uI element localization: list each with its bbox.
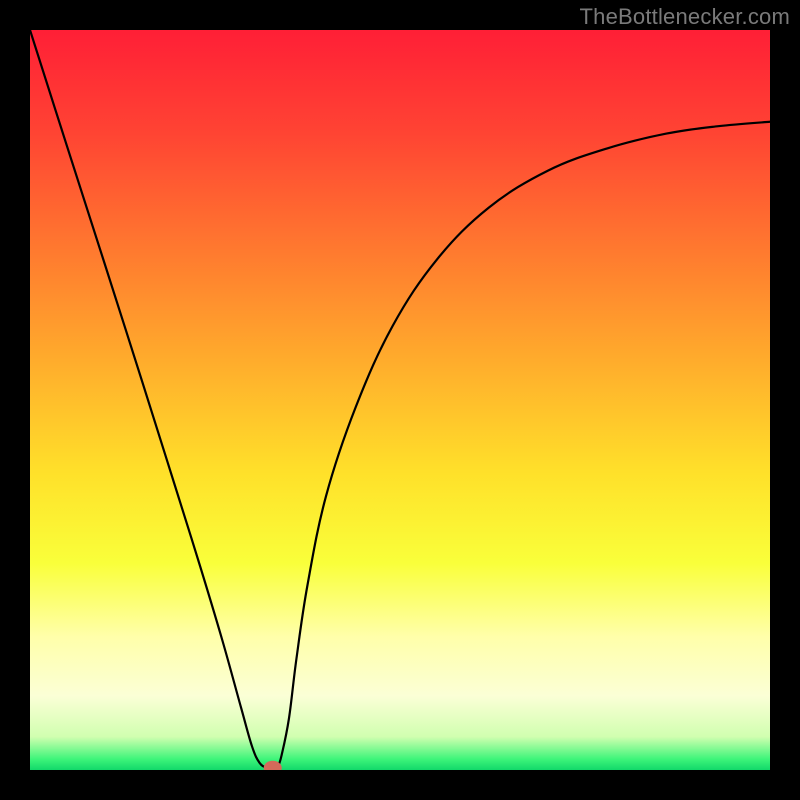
chart-svg <box>30 30 770 770</box>
plot-area <box>30 30 770 770</box>
chart-frame: TheBottlenecker.com <box>0 0 800 800</box>
watermark-text: TheBottlenecker.com <box>580 4 790 30</box>
gradient-background <box>30 30 770 770</box>
